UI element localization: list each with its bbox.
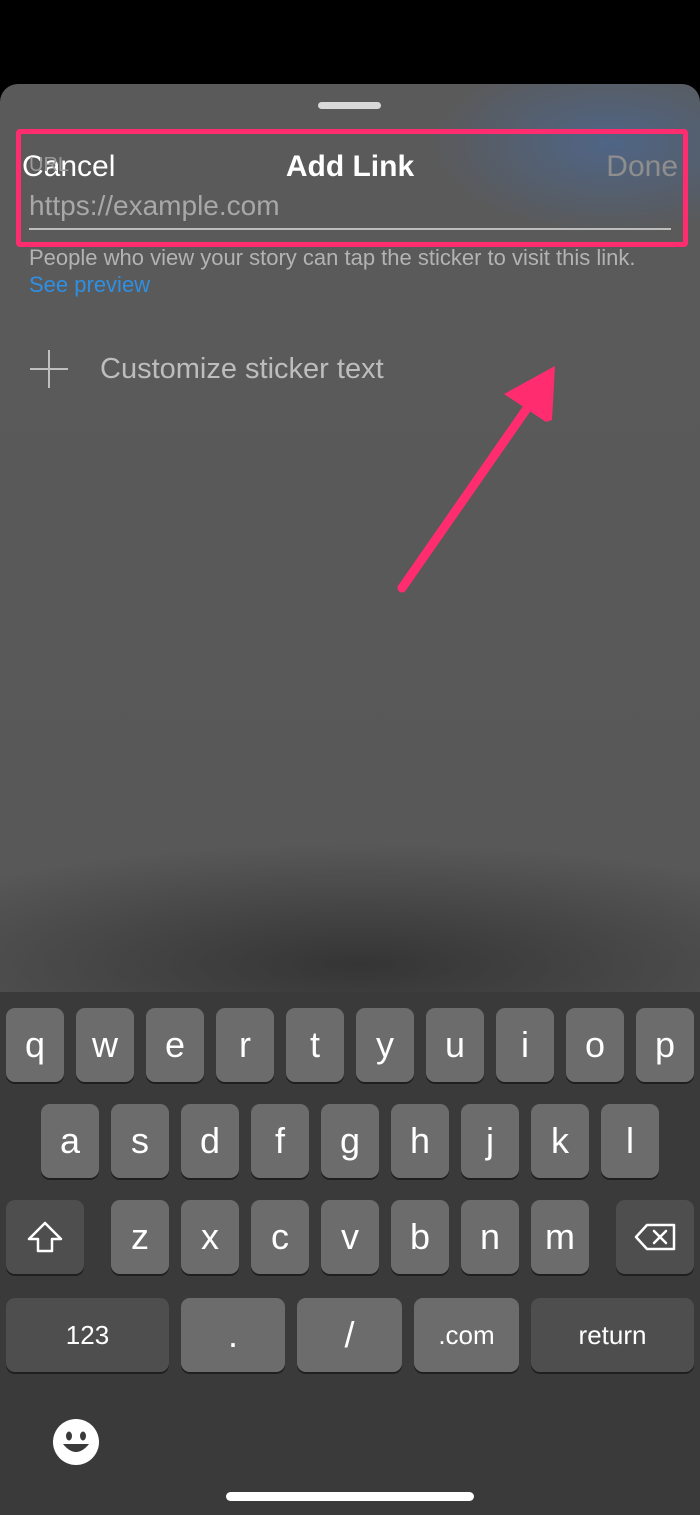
key-s[interactable]: s	[111, 1104, 169, 1178]
key-z[interactable]: z	[111, 1200, 169, 1274]
period-key[interactable]: .	[181, 1298, 285, 1372]
plus-icon	[30, 350, 68, 388]
key-t[interactable]: t	[286, 1008, 344, 1082]
key-g[interactable]: g	[321, 1104, 379, 1178]
key-l[interactable]: l	[601, 1104, 659, 1178]
key-j[interactable]: j	[461, 1104, 519, 1178]
sheet-grabber[interactable]	[318, 102, 381, 109]
shift-icon	[27, 1221, 63, 1253]
key-n[interactable]: n	[461, 1200, 519, 1274]
key-u[interactable]: u	[426, 1008, 484, 1082]
key-b[interactable]: b	[391, 1200, 449, 1274]
slash-key[interactable]: /	[297, 1298, 402, 1372]
key-e[interactable]: e	[146, 1008, 204, 1082]
backspace-icon	[634, 1223, 676, 1251]
key-h[interactable]: h	[391, 1104, 449, 1178]
key-y[interactable]: y	[356, 1008, 414, 1082]
keyboard: qwertyuiop asdfghjkl zxcvbnm 123 . / .co…	[0, 992, 700, 1515]
key-c[interactable]: c	[251, 1200, 309, 1274]
key-k[interactable]: k	[531, 1104, 589, 1178]
customize-sticker-text-label: Customize sticker text	[100, 352, 384, 385]
key-d[interactable]: d	[181, 1104, 239, 1178]
url-field-label: URL	[29, 154, 70, 176]
backspace-key[interactable]	[616, 1200, 694, 1274]
home-indicator	[226, 1492, 474, 1501]
url-input[interactable]	[29, 184, 671, 230]
key-o[interactable]: o	[566, 1008, 624, 1082]
key-i[interactable]: i	[496, 1008, 554, 1082]
key-p[interactable]: p	[636, 1008, 694, 1082]
key-q[interactable]: q	[6, 1008, 64, 1082]
pointer-arrow-icon	[397, 366, 555, 593]
helper-text: People who view your story can tap the s…	[29, 244, 679, 298]
key-a[interactable]: a	[41, 1104, 99, 1178]
numbers-key[interactable]: 123	[6, 1298, 169, 1372]
helper-description: People who view your story can tap the s…	[29, 245, 636, 270]
key-m[interactable]: m	[531, 1200, 589, 1274]
key-x[interactable]: x	[181, 1200, 239, 1274]
key-v[interactable]: v	[321, 1200, 379, 1274]
dotcom-key[interactable]: .com	[414, 1298, 519, 1372]
key-f[interactable]: f	[251, 1104, 309, 1178]
emoji-icon[interactable]	[52, 1418, 100, 1466]
return-key[interactable]: return	[531, 1298, 694, 1372]
key-w[interactable]: w	[76, 1008, 134, 1082]
key-r[interactable]: r	[216, 1008, 274, 1082]
shift-key[interactable]	[6, 1200, 84, 1274]
see-preview-link[interactable]: See preview	[29, 272, 150, 297]
